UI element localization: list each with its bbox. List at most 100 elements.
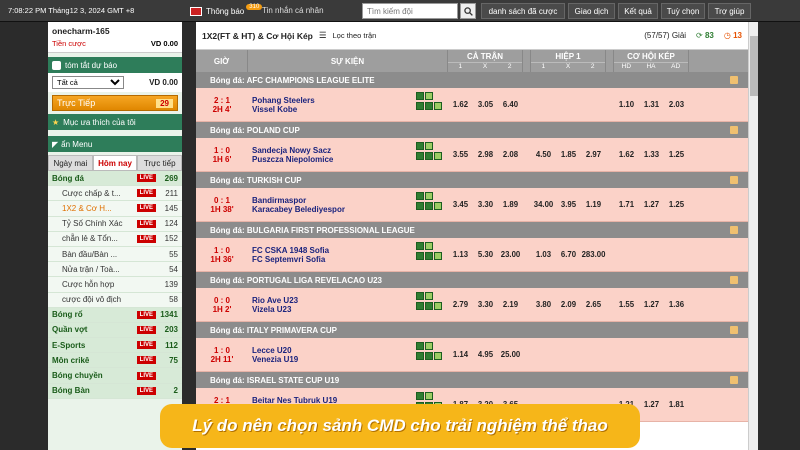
field-icon[interactable] — [434, 152, 442, 160]
stats-icon[interactable] — [416, 142, 424, 150]
sport-item[interactable]: Cược chấp & t... LIVE 211 — [48, 186, 182, 202]
info-icon[interactable] — [416, 252, 424, 260]
odds-cell[interactable]: 1.03 — [531, 250, 556, 259]
odds-cell[interactable]: 1.33 — [639, 150, 664, 159]
info-icon[interactable] — [416, 152, 424, 160]
sport-item[interactable]: Tỷ Số Chính Xác LIVE 124 — [48, 216, 182, 232]
odds-cell[interactable]: 23.00 — [498, 250, 523, 259]
odds-cell[interactable]: 1.19 — [581, 200, 606, 209]
odds-cell[interactable]: 1.25 — [664, 200, 689, 209]
tv-icon[interactable] — [425, 392, 433, 400]
odds-cell[interactable]: 3.80 — [531, 300, 556, 309]
sport-item[interactable]: Cược hỗn hợp 139 — [48, 277, 182, 293]
odds-cell[interactable]: 1.27 — [639, 400, 664, 409]
odds-cell[interactable]: 2.19 — [498, 300, 523, 309]
odds-cell[interactable]: 3.95 — [556, 200, 581, 209]
odds-cell[interactable]: 1.36 — [664, 300, 689, 309]
sport-item[interactable]: Bóng Bàn LIVE 2 — [48, 383, 182, 399]
score-icon[interactable] — [425, 302, 433, 310]
field-icon[interactable] — [434, 202, 442, 210]
sport-item[interactable]: E-Sports LIVE 112 — [48, 338, 182, 354]
league-header[interactable]: Bóng đá: ISRAEL STATE CUP U19 — [196, 372, 748, 388]
tv-icon[interactable] — [425, 292, 433, 300]
score-icon[interactable] — [425, 152, 433, 160]
pin-icon[interactable] — [730, 176, 738, 184]
odds-cell[interactable]: 2.08 — [498, 150, 523, 159]
league-header[interactable]: Bóng đá: AFC CHAMPIONS LEAGUE ELITE — [196, 72, 748, 88]
search-button[interactable] — [460, 3, 476, 19]
odds-cell[interactable]: 2.97 — [581, 150, 606, 159]
live-button[interactable]: Trực Tiếp 29 — [52, 95, 178, 111]
odds-cell[interactable]: 3.55 — [448, 150, 473, 159]
sport-item[interactable]: 1X2 & Cơ H... LIVE 145 — [48, 201, 182, 217]
odds-cell[interactable]: 3.30 — [473, 200, 498, 209]
odds-cell[interactable]: 1.85 — [556, 150, 581, 159]
odds-cell[interactable]: 2.65 — [581, 300, 606, 309]
info-icon[interactable] — [416, 352, 424, 360]
bet-list-button[interactable]: danh sách đã cược — [481, 3, 565, 19]
odds-cell[interactable]: 25.00 — [498, 350, 523, 359]
odds-cell[interactable]: 5.30 — [473, 250, 498, 259]
filter-button[interactable]: Lọc theo trận — [333, 31, 377, 40]
field-icon[interactable] — [434, 302, 442, 310]
league-header[interactable]: Bóng đá: ITALY PRIMAVERA CUP — [196, 322, 748, 338]
odds-cell[interactable]: 4.50 — [531, 150, 556, 159]
odds-cell[interactable]: 2.98 — [473, 150, 498, 159]
odds-cell[interactable]: 1.71 — [614, 200, 639, 209]
odds-cell[interactable]: 1.62 — [448, 100, 473, 109]
odds-cell[interactable]: 1.25 — [664, 150, 689, 159]
odds-cell[interactable]: 1.81 — [664, 400, 689, 409]
odds-cell[interactable]: 3.05 — [473, 100, 498, 109]
tv-icon[interactable] — [425, 342, 433, 350]
sport-item[interactable]: Bóng rổ LIVE 1341 — [48, 307, 182, 323]
odds-cell[interactable]: 1.31 — [639, 100, 664, 109]
options-button[interactable]: Tuỳ chọn — [661, 3, 705, 19]
pin-icon[interactable] — [730, 126, 738, 134]
refresh-button[interactable]: ⟳ 83 — [696, 31, 714, 40]
sport-item[interactable]: cược đội vô địch 58 — [48, 292, 182, 308]
transactions-button[interactable]: Giao dịch — [568, 3, 615, 19]
sport-item[interactable]: Bóng đá LIVE 269 — [48, 171, 182, 187]
search-input[interactable]: Tìm kiếm đội — [362, 3, 458, 19]
scrollbar[interactable] — [748, 22, 758, 450]
score-icon[interactable] — [425, 202, 433, 210]
stats-icon[interactable] — [416, 292, 424, 300]
odds-cell[interactable]: 6.70 — [556, 250, 581, 259]
tab-today[interactable]: Hôm nay — [92, 155, 138, 171]
odds-cell[interactable]: 2.79 — [448, 300, 473, 309]
league-header[interactable]: Bóng đá: TURKISH CUP — [196, 172, 748, 188]
timer-button[interactable]: ◷ 13 — [724, 31, 742, 40]
pin-icon[interactable] — [730, 76, 738, 84]
score-icon[interactable] — [425, 252, 433, 260]
info-icon[interactable] — [416, 102, 424, 110]
messages-link[interactable]: Tin nhắn cá nhân — [262, 6, 324, 15]
odds-cell[interactable]: 1.10 — [614, 100, 639, 109]
tv-icon[interactable] — [425, 92, 433, 100]
scrollbar-thumb[interactable] — [750, 36, 758, 96]
field-icon[interactable] — [434, 352, 442, 360]
pin-icon[interactable] — [730, 226, 738, 234]
odds-cell[interactable]: 1.13 — [448, 250, 473, 259]
odds-cell[interactable]: 4.95 — [473, 350, 498, 359]
odds-cell[interactable]: 1.55 — [614, 300, 639, 309]
odds-cell[interactable]: 1.27 — [639, 300, 664, 309]
favorites-header[interactable]: ★ Mục ưa thích của tôi — [48, 114, 182, 130]
odds-cell[interactable]: 3.45 — [448, 200, 473, 209]
info-icon[interactable] — [416, 302, 424, 310]
odds-cell[interactable]: 2.03 — [664, 100, 689, 109]
score-icon[interactable] — [425, 102, 433, 110]
tv-icon[interactable] — [425, 242, 433, 250]
stats-icon[interactable] — [416, 92, 424, 100]
odds-cell[interactable]: 1.27 — [639, 200, 664, 209]
odds-cell[interactable]: 34.00 — [531, 200, 556, 209]
menu-header[interactable]: ◤ ẩn Menu — [48, 136, 182, 152]
help-button[interactable]: Trợ giúp — [708, 3, 751, 19]
league-header[interactable]: Bóng đá: BULGARIA FIRST PROFESSIONAL LEA… — [196, 222, 748, 238]
league-header[interactable]: Bóng đá: POLAND CUP — [196, 122, 748, 138]
sport-item[interactable]: Bàn đầu/Bàn ... 55 — [48, 246, 182, 263]
summary-select[interactable]: Tất cả — [52, 76, 124, 89]
odds-cell[interactable]: 1.62 — [614, 150, 639, 159]
pin-icon[interactable] — [730, 376, 738, 384]
league-header[interactable]: Bóng đá: PORTUGAL LIGA REVELACAO U23 — [196, 272, 748, 288]
notifications-button[interactable]: Thông báo 310 — [190, 3, 263, 19]
